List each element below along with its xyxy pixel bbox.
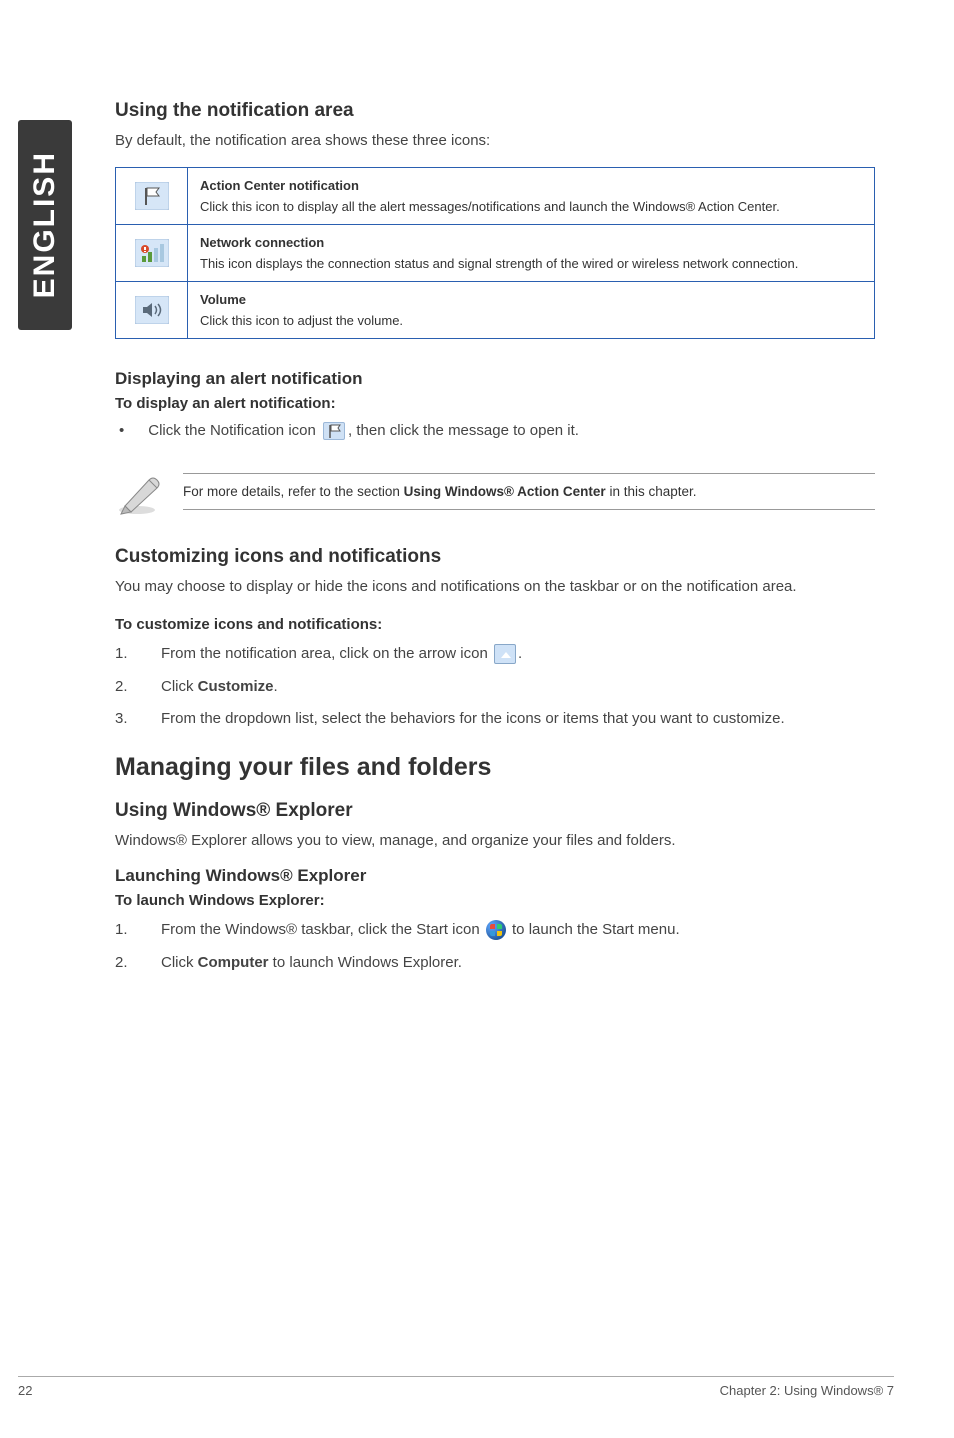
notification-area-intro: By default, the notification area shows …: [115, 130, 875, 153]
pencil-icon: [115, 468, 163, 516]
customize-sub: To customize icons and notifications:: [115, 616, 875, 633]
notification-area-heading: Using the notification area: [115, 100, 875, 122]
step-post: .: [274, 678, 278, 695]
step-post: to launch Windows Explorer.: [269, 954, 462, 971]
step-pre: From the notification area, click on the…: [161, 645, 488, 662]
step-number: 2.: [115, 952, 133, 975]
step-number: 3.: [115, 708, 133, 731]
row-title: Action Center notification: [200, 178, 862, 193]
note-text: For more details, refer to the section U…: [183, 473, 875, 510]
list-item: 2. Click Computer to launch Windows Expl…: [115, 952, 875, 975]
notification-icons-table: Action Center notification Click this ic…: [115, 167, 875, 339]
network-desc-cell: Network connection This icon displays th…: [188, 224, 875, 281]
step-number: 1.: [115, 643, 133, 666]
managing-files-heading: Managing your files and folders: [115, 753, 875, 782]
step-text: Click Customize.: [161, 676, 278, 699]
flag-icon: [323, 422, 345, 440]
page-footer: 22 Chapter 2: Using Windows® 7: [18, 1376, 894, 1398]
action-center-desc-cell: Action Center notification Click this ic…: [188, 167, 875, 224]
bullet-pre: Click the Notification icon: [148, 422, 316, 439]
alert-bullet: • Click the Notification icon , then cli…: [119, 422, 875, 440]
row-title: Network connection: [200, 235, 862, 250]
language-tab: ENGLISH: [18, 120, 72, 330]
network-icon-cell: [116, 224, 188, 281]
arrow-up-icon: [494, 644, 516, 664]
step-pre: Click: [161, 678, 198, 695]
row-desc: Click this icon to display all the alert…: [200, 199, 780, 214]
network-signal-icon: [135, 239, 169, 267]
step-text: From the notification area, click on the…: [161, 643, 522, 666]
step-number: 2.: [115, 676, 133, 699]
launch-explorer-sub: To launch Windows Explorer:: [115, 892, 875, 909]
volume-desc-cell: Volume Click this icon to adjust the vol…: [188, 281, 875, 338]
customizing-intro: You may choose to display or hide the ic…: [115, 576, 875, 599]
step-bold: Customize: [198, 678, 274, 695]
launch-steps: 1. From the Windows® taskbar, click the …: [115, 919, 875, 974]
list-item: 1. From the notification area, click on …: [115, 643, 875, 666]
chapter-label: Chapter 2: Using Windows® 7: [720, 1383, 894, 1398]
table-row: Volume Click this icon to adjust the vol…: [116, 281, 875, 338]
list-item: 3. From the dropdown list, select the be…: [115, 708, 875, 731]
bullet-text: Click the Notification icon , then click…: [148, 422, 579, 440]
step-text: From the dropdown list, select the behav…: [161, 708, 785, 731]
page-content: Using the notification area By default, …: [115, 100, 875, 984]
step-text: From the Windows® taskbar, click the Sta…: [161, 919, 680, 942]
row-desc: This icon displays the connection status…: [200, 256, 798, 271]
explorer-intro: Windows® Explorer allows you to view, ma…: [115, 830, 875, 853]
volume-icon-cell: [116, 281, 188, 338]
alert-notification-heading: Displaying an alert notification: [115, 369, 875, 389]
flag-icon: [135, 182, 169, 210]
note-post: in this chapter.: [606, 484, 697, 499]
bullet-post: , then click the message to open it.: [348, 422, 579, 439]
note-pre: For more details, refer to the section: [183, 484, 404, 499]
alert-notification-sub: To display an alert notification:: [115, 395, 875, 412]
row-title: Volume: [200, 292, 862, 307]
list-item: 2. Click Customize.: [115, 676, 875, 699]
launching-explorer-heading: Launching Windows® Explorer: [115, 866, 875, 886]
customizing-heading: Customizing icons and notifications: [115, 546, 875, 568]
step-post: to launch the Start menu.: [508, 921, 680, 938]
page-number: 22: [18, 1383, 32, 1398]
step-bold: Computer: [198, 954, 269, 971]
list-item: 1. From the Windows® taskbar, click the …: [115, 919, 875, 942]
using-explorer-heading: Using Windows® Explorer: [115, 800, 875, 822]
step-pre: Click: [161, 954, 198, 971]
bullet-marker: •: [119, 422, 124, 439]
table-row: Network connection This icon displays th…: [116, 224, 875, 281]
action-center-icon-cell: [116, 167, 188, 224]
row-desc: Click this icon to adjust the volume.: [200, 313, 403, 328]
step-text: Click Computer to launch Windows Explore…: [161, 952, 462, 975]
step-number: 1.: [115, 919, 133, 942]
note-bold: Using Windows® Action Center: [404, 484, 606, 499]
step-pre: From the Windows® taskbar, click the Sta…: [161, 921, 484, 938]
start-orb-icon: [486, 920, 506, 940]
customize-steps: 1. From the notification area, click on …: [115, 643, 875, 731]
table-row: Action Center notification Click this ic…: [116, 167, 875, 224]
speaker-icon: [135, 296, 169, 324]
language-label: ENGLISH: [28, 151, 62, 298]
note-block: For more details, refer to the section U…: [115, 468, 875, 516]
step-post: .: [518, 645, 522, 662]
